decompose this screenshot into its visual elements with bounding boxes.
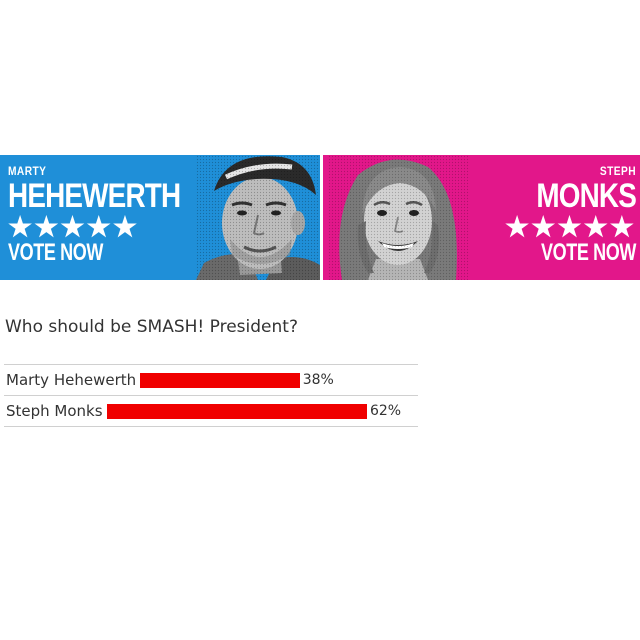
candidate-first-name: MARTY <box>8 164 47 178</box>
candidate-panel-marty[interactable]: MARTY HEHEWERTH ★★★★★ VOTE NOW <box>0 155 322 280</box>
candidate-photo-steph <box>328 155 470 280</box>
star-rating-icon: ★★★★★ <box>8 212 140 242</box>
candidate-first-name: STEPH <box>599 164 636 178</box>
poll-results: Marty Hehewerth 38% Steph Monks 62% <box>4 364 418 427</box>
banner-divider <box>320 155 323 280</box>
poll-option-percent: 62% <box>369 403 402 419</box>
candidate-panel-steph[interactable]: STEPH MONKS ★★★★★ VOTE NOW <box>322 155 640 280</box>
poll-result-bar <box>106 403 367 419</box>
poll-option-row[interactable]: Steph Monks 62% <box>4 396 418 427</box>
vote-now-label[interactable]: VOTE NOW <box>538 241 636 265</box>
poll-option-row[interactable]: Marty Hehewerth 38% <box>4 365 418 396</box>
star-rating-icon: ★★★★★ <box>504 212 636 242</box>
poll-option-percent: 38% <box>302 372 334 388</box>
candidate-text-marty: MARTY HEHEWERTH ★★★★★ VOTE NOW <box>8 165 218 265</box>
candidate-banner[interactable]: MARTY HEHEWERTH ★★★★★ VOTE NOW STEPH MON… <box>0 155 640 280</box>
poll-option-name: Steph Monks <box>6 402 103 420</box>
poll-question: Who should be SMASH! President? <box>5 317 298 337</box>
poll-option-name: Marty Hehewerth <box>6 371 137 389</box>
candidate-last-name: MONKS <box>536 177 637 215</box>
candidate-text-steph: STEPH MONKS ★★★★★ VOTE NOW <box>504 164 637 265</box>
candidate-photo-marty <box>196 155 320 280</box>
candidate-last-name: HEHEWERTH <box>8 177 181 215</box>
poll-result-bar <box>140 372 300 388</box>
vote-now-label[interactable]: VOTE NOW <box>8 241 166 265</box>
